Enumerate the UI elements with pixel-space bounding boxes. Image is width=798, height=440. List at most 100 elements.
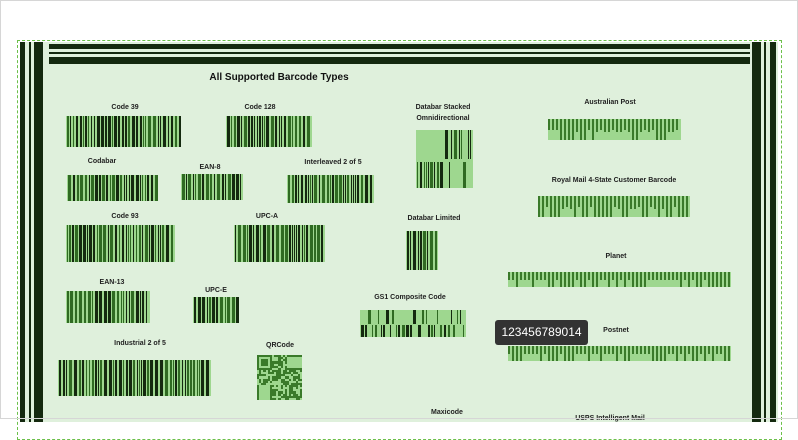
bar (552, 346, 554, 361)
bar (131, 291, 134, 323)
bar (69, 360, 72, 396)
bar (108, 291, 111, 323)
bar (284, 116, 286, 147)
bar (87, 225, 88, 262)
bar (536, 346, 538, 354)
bar (624, 272, 626, 287)
bar (63, 360, 65, 396)
bar (231, 116, 232, 147)
bar (178, 360, 180, 396)
bar (115, 360, 117, 396)
bar (151, 175, 153, 201)
code93-barcode (66, 225, 175, 262)
bar (163, 116, 166, 147)
bar (614, 196, 616, 207)
bar (241, 116, 242, 147)
bar (604, 346, 606, 354)
bar (279, 116, 280, 147)
code128-label: Code 128 (244, 104, 276, 111)
bar (612, 272, 614, 280)
bar (708, 346, 710, 354)
bar (712, 346, 714, 361)
bar (626, 196, 628, 217)
ean8-label: EAN-8 (199, 164, 221, 171)
bar (168, 116, 169, 147)
qr-module (274, 393, 277, 396)
upca-barcode (234, 225, 325, 262)
bar (520, 272, 522, 280)
bar (568, 119, 570, 140)
bar (294, 225, 295, 262)
bar (716, 272, 718, 287)
bar (424, 161, 425, 188)
bar (608, 119, 610, 132)
bar (240, 174, 241, 200)
bar (620, 272, 622, 280)
bar (160, 116, 161, 147)
bar (262, 116, 263, 147)
bar (129, 175, 130, 201)
bar (724, 346, 726, 361)
bar (298, 225, 300, 262)
bar (182, 174, 185, 200)
bar (126, 175, 127, 201)
qr-module (276, 378, 279, 381)
bar (574, 196, 576, 217)
bar (568, 272, 570, 287)
bar (99, 175, 101, 201)
bar (680, 346, 682, 354)
bar (434, 161, 435, 188)
bar (83, 116, 84, 147)
bar (600, 119, 602, 130)
bar (624, 346, 626, 361)
bar (304, 225, 305, 262)
bar (264, 116, 265, 147)
bar (431, 324, 433, 337)
bar (263, 225, 266, 262)
bar (272, 225, 274, 262)
bar (243, 225, 246, 262)
bar (420, 161, 422, 188)
bar (602, 196, 604, 217)
bar (238, 225, 241, 262)
bar (319, 175, 320, 203)
bar (132, 116, 135, 147)
bar (170, 360, 172, 396)
bar (92, 360, 94, 396)
bar (684, 272, 686, 280)
bar (83, 225, 86, 262)
bar (74, 360, 77, 396)
bar (437, 310, 438, 324)
postnet-barcode (508, 346, 731, 361)
bar (130, 225, 131, 262)
databar-stacked-barcode (416, 130, 473, 188)
codabar-label: Codabar (87, 158, 117, 165)
bar (147, 360, 149, 396)
bar (652, 272, 654, 280)
bar (457, 310, 458, 324)
bar (708, 272, 710, 287)
bar (600, 346, 602, 361)
bar (327, 175, 329, 203)
bar (103, 225, 106, 262)
bar (126, 360, 128, 396)
bar (129, 360, 132, 396)
qr-module (257, 397, 260, 400)
bar (600, 272, 602, 280)
qrcode-barcode (257, 355, 302, 400)
bar (566, 196, 568, 207)
bar (235, 225, 236, 262)
bar (410, 231, 411, 270)
bar (225, 297, 226, 323)
bar (524, 272, 526, 280)
bar (640, 272, 642, 287)
bar (528, 272, 530, 280)
value-tooltip: 123456789014 (495, 320, 588, 345)
bar (696, 346, 698, 361)
bar (79, 291, 82, 323)
bar (79, 360, 81, 396)
code39-label: Code 39 (111, 104, 139, 111)
bar (596, 346, 598, 354)
bar (94, 116, 95, 147)
bar (302, 225, 303, 262)
